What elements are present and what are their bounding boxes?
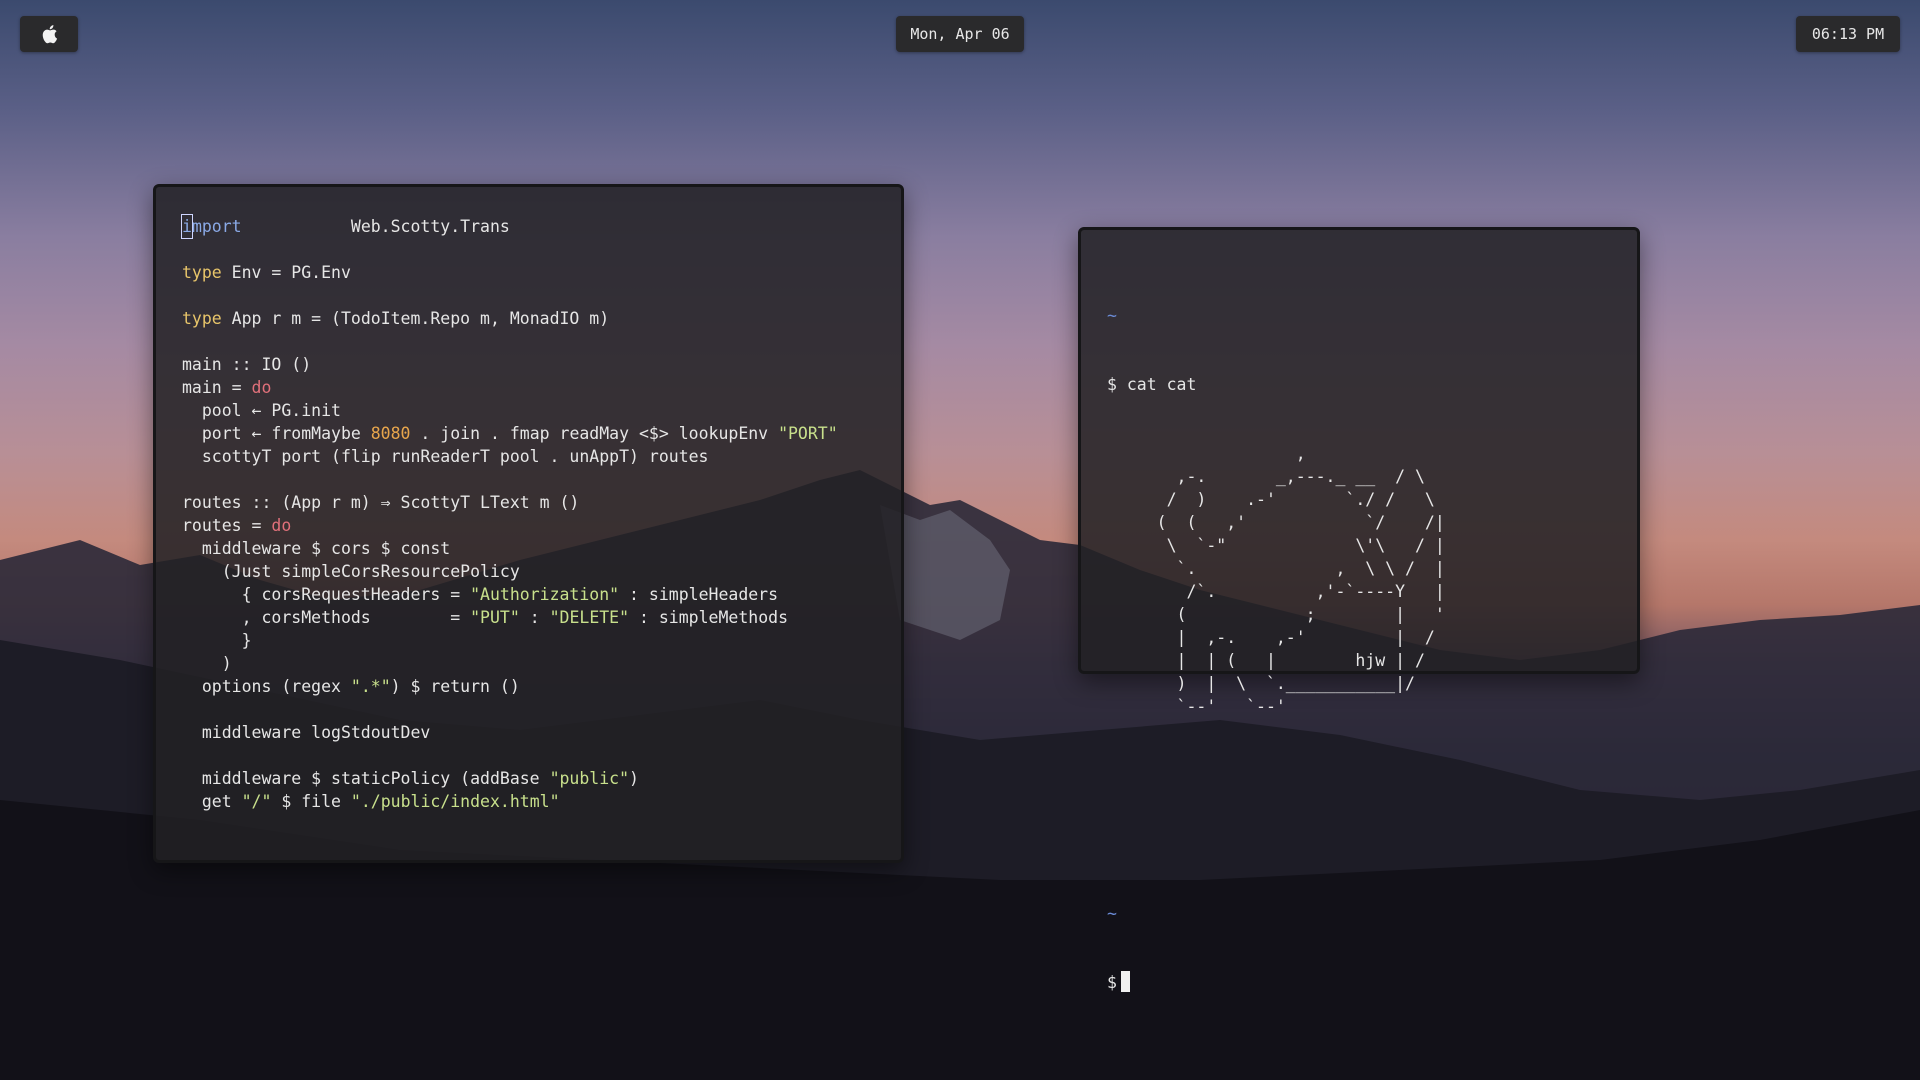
code-token: : simpleHeaders [619,585,779,604]
code-line: middleware $ staticPolicy (addBase "publ… [182,767,838,790]
code-line: port ← fromMaybe 8080 . join . fmap read… [182,422,838,445]
code-line: middleware logStdoutDev [182,721,838,744]
code-line: import Web.Scotty.Trans [181,214,838,239]
code-line: { corsRequestHeaders = "Authorization" :… [182,583,838,606]
code-token: "/" [241,792,272,811]
code-token: . join . fmap readMay <$> lookupEnv [410,424,779,443]
code-token: Env = PG.Env [221,263,351,282]
code-line: type App r m = (TodoItem.Repo m, MonadIO… [182,307,838,330]
code-line: get "/" $ file "./public/index.html" [182,790,838,813]
code-token: routes :: (App r m) ⇒ ScottyT LText m () [182,493,580,512]
code-line: scottyT port (flip runReaderT pool . unA… [182,445,838,468]
editor-cursor: i [181,214,193,239]
code-token: } [182,631,252,650]
code-token: ".*" [350,677,391,696]
command-line: $ cat cat [1107,375,1197,394]
code-line: type Env = PG.Env [182,261,838,284]
code-line: (Just simpleCorsResourcePolicy [182,560,838,583]
time-text: 06:13 PM [1811,25,1885,43]
ascii-art-cat: , ,-. _,---._ __ / \ / ) .-' `./ / \ ( (… [1156,444,1445,716]
code-token: , corsMethods = [182,608,471,627]
code-token: : simpleMethods [629,608,789,627]
code-line: options (regex ".*") $ return () [182,675,838,698]
code-token: main = [182,378,252,397]
date-text: Mon, Apr 06 [910,25,1010,43]
code-token: options (regex [182,677,351,696]
code-line: , corsMethods = "PUT" : "DELETE" : simpl… [182,606,838,629]
code-token: "Authorization" [470,585,620,604]
code-line: } [182,629,838,652]
code-editor-window[interactable]: import Web.Scotty.Trans type Env = PG.Env… [153,184,904,863]
date-display[interactable]: Mon, Apr 06 [896,16,1024,52]
prompt-symbol: $ [1107,973,1117,992]
code-token: main :: IO () [182,355,312,374]
cwd-indicator: ~ [1107,306,1117,325]
terminal-content[interactable]: ~ $ cat cat , ,-. _,---._ __ / \ / ) .-'… [1107,258,1445,1040]
code-token: ) $ return () [390,677,520,696]
text-cursor [1120,971,1130,992]
code-line: middleware $ cors $ const [182,537,838,560]
code-token: type [182,309,222,328]
code-token: middleware $ cors $ const [182,539,451,558]
apple-menu-button[interactable] [20,16,78,52]
code-token: "DELETE" [549,608,630,627]
code-token: middleware $ staticPolicy (addBase [182,769,550,788]
code-token: App r m = (TodoItem.Repo m, MonadIO m) [221,309,610,328]
code-line: ) [182,652,838,675]
code-token: do [271,516,292,535]
code-token: (Just simpleCorsResourcePolicy [182,562,520,581]
code-token: scottyT port (flip runReaderT pool . unA… [182,447,709,466]
code-token: $ file [271,792,351,811]
code-line: routes = do [182,514,838,537]
code-token: "PUT" [470,608,520,627]
code-token: "public" [549,769,630,788]
code-token: port ← fromMaybe [182,424,371,443]
terminal-window[interactable]: ~ $ cat cat , ,-. _,---._ __ / \ / ) .-'… [1078,227,1640,992]
code-line: main = do [182,376,838,399]
code-token: type [182,263,222,282]
prompt-cwd-indicator: ~ [1107,904,1117,923]
code-token: get [182,792,242,811]
code-token: "PORT" [778,424,838,443]
code-token: ) [182,654,232,673]
code-token: { corsRequestHeaders = [182,585,471,604]
code-token: routes = [182,516,272,535]
code-token: ) [629,769,639,788]
clock-display[interactable]: 06:13 PM [1796,16,1900,52]
prompt-line[interactable]: $ [1107,971,1445,994]
code-content[interactable]: import Web.Scotty.Trans type Env = PG.Env… [181,214,838,813]
code-token: "./public/index.html" [350,792,560,811]
code-line: routes :: (App r m) ⇒ ScottyT LText m () [182,491,838,514]
code-line: pool ← PG.init [182,399,838,422]
code-token: Web.Scotty.Trans [241,217,510,236]
code-token: do [251,378,272,397]
code-token: mport [191,217,242,236]
code-token: : [519,608,550,627]
code-line: main :: IO () [182,353,838,376]
apple-icon [42,25,58,44]
code-token: 8080 [370,424,411,443]
code-token: pool ← PG.init [182,401,341,420]
code-token: middleware logStdoutDev [182,723,431,742]
